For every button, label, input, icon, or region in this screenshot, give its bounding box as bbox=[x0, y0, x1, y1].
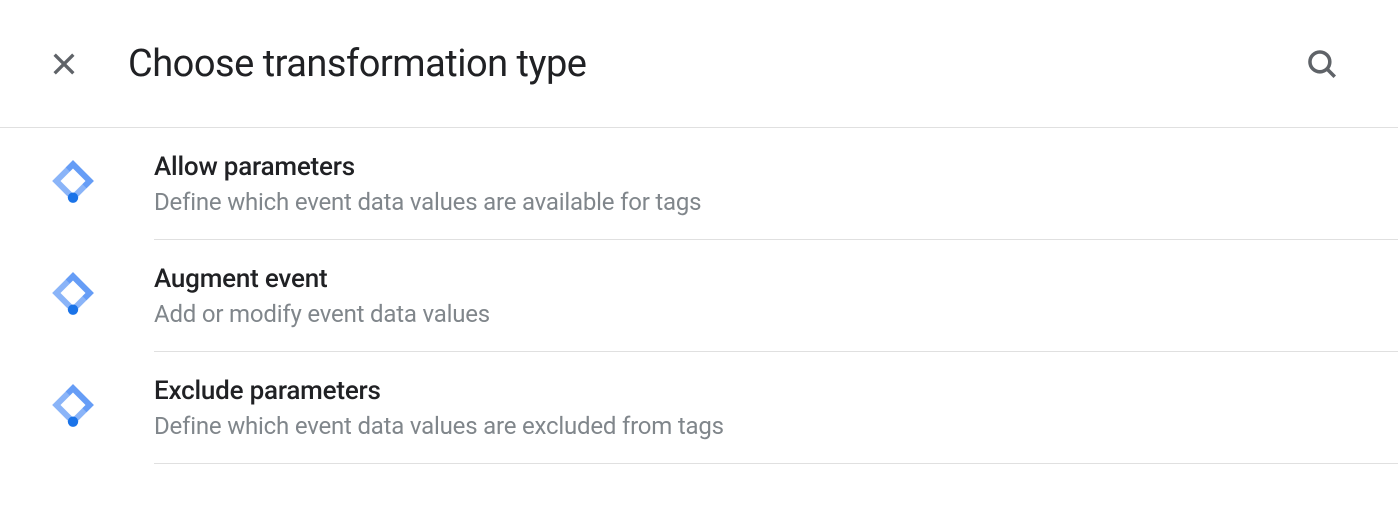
item-title: Allow parameters bbox=[154, 152, 1398, 182]
tag-manager-icon bbox=[48, 380, 98, 430]
item-content: Exclude parameters Define which event da… bbox=[154, 376, 1398, 440]
divider bbox=[154, 463, 1398, 464]
item-description: Define which event data values are exclu… bbox=[154, 412, 1398, 440]
search-button[interactable] bbox=[1298, 40, 1346, 88]
list-item-exclude-parameters[interactable]: Exclude parameters Define which event da… bbox=[0, 352, 1398, 464]
transformation-list: Allow parameters Define which event data… bbox=[0, 128, 1398, 464]
tag-manager-icon bbox=[48, 156, 98, 206]
item-description: Add or modify event data values bbox=[154, 300, 1398, 328]
dialog-header: Choose transformation type bbox=[0, 0, 1398, 128]
tag-manager-icon bbox=[48, 268, 98, 318]
item-content: Allow parameters Define which event data… bbox=[154, 152, 1398, 216]
close-icon bbox=[48, 48, 80, 80]
search-icon bbox=[1305, 47, 1339, 81]
list-item-allow-parameters[interactable]: Allow parameters Define which event data… bbox=[0, 128, 1398, 240]
item-description: Define which event data values are avail… bbox=[154, 188, 1398, 216]
item-content: Augment event Add or modify event data v… bbox=[154, 264, 1398, 328]
page-title: Choose transformation type bbox=[128, 42, 1298, 86]
item-title: Exclude parameters bbox=[154, 376, 1398, 406]
item-title: Augment event bbox=[154, 264, 1398, 294]
list-item-augment-event[interactable]: Augment event Add or modify event data v… bbox=[0, 240, 1398, 352]
close-button[interactable] bbox=[40, 40, 88, 88]
